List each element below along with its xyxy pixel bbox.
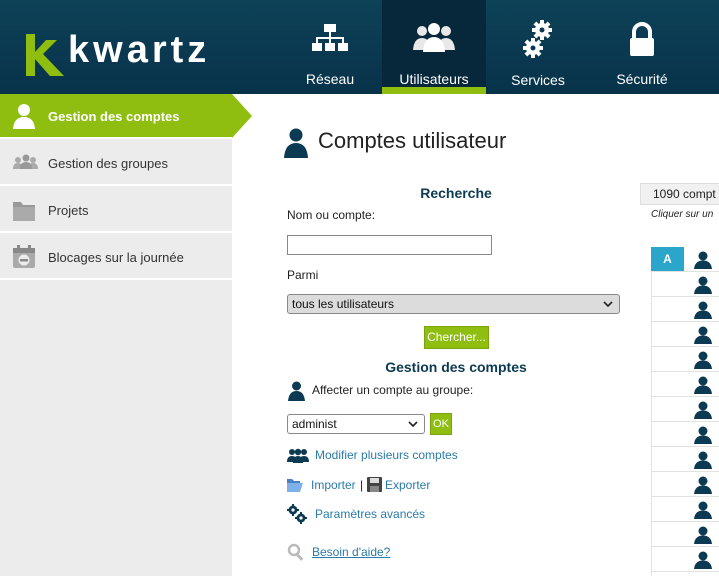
user-icon	[694, 376, 712, 394]
user-icon	[13, 104, 35, 129]
user-icon	[694, 351, 712, 369]
import-link[interactable]: Importer	[311, 478, 356, 492]
user-icon	[694, 326, 712, 344]
chevron-down-icon	[603, 301, 613, 308]
folder-open-icon	[287, 479, 303, 492]
table-row[interactable]	[651, 372, 719, 397]
sidebar-item-gestion-groupes[interactable]: Gestion des groupes	[0, 141, 232, 186]
search-section-title: Recherche	[420, 185, 492, 201]
nav-securite[interactable]: Sécurité	[590, 0, 694, 94]
nav-label: Services	[511, 72, 565, 88]
table-row[interactable]	[651, 422, 719, 447]
group-icon	[13, 154, 38, 169]
among-label: Parmi	[287, 268, 319, 282]
results-hint: Cliquer sur un	[651, 209, 714, 220]
results-count: 1090 compt	[640, 183, 719, 205]
user-icon	[694, 251, 712, 269]
table-row[interactable]	[651, 272, 719, 297]
page-title: Comptes utilisateur	[318, 128, 507, 153]
active-arrow	[232, 94, 252, 138]
group-select[interactable]: administ	[287, 414, 425, 434]
nav-utilisateurs[interactable]: Utilisateurs	[382, 0, 486, 94]
network-icon	[312, 24, 348, 51]
chevron-down-icon	[408, 421, 418, 428]
sidebar-item-label: Gestion des comptes	[48, 109, 180, 124]
nav-reseau[interactable]: Réseau	[278, 0, 382, 94]
table-row[interactable]	[651, 322, 719, 347]
user-icon	[694, 276, 712, 294]
name-label: Nom ou compte:	[287, 208, 376, 222]
user-icon	[288, 381, 305, 401]
sidebar-item-label: Gestion des groupes	[48, 156, 168, 171]
sidebar-item-gestion-comptes[interactable]: Gestion des comptes	[0, 94, 232, 139]
among-select-value: tous les utilisateurs	[292, 297, 395, 311]
user-icon	[694, 551, 712, 569]
separator: |	[360, 478, 364, 492]
group-icon	[287, 448, 309, 463]
table-row[interactable]	[651, 472, 719, 497]
table-row[interactable]	[651, 247, 719, 272]
sidebar-item-projets[interactable]: Projets	[0, 188, 232, 233]
user-icon	[694, 501, 712, 519]
name-input[interactable]	[287, 235, 492, 255]
advanced-settings-link[interactable]: Paramètres avancés	[315, 507, 425, 521]
nav-label: Sécurité	[616, 71, 668, 87]
assign-label: Affecter un compte au groupe:	[312, 383, 474, 397]
calendar-block-icon	[13, 245, 35, 268]
ok-button[interactable]: OK	[430, 413, 452, 435]
top-header: kwartz Réseau Utilisateurs Services Sécu…	[0, 0, 719, 94]
kwartz-logo: kwartz	[26, 29, 210, 76]
table-row[interactable]	[651, 497, 719, 522]
table-row[interactable]	[651, 547, 719, 572]
table-row[interactable]	[651, 347, 719, 372]
search-icon	[287, 543, 304, 561]
svg-text:kwartz: kwartz	[68, 29, 210, 71]
users-icon	[413, 23, 455, 52]
table-row[interactable]	[651, 447, 719, 472]
app-root: kwartz Réseau Utilisateurs Services Sécu…	[0, 0, 719, 576]
management-section-title: Gestion des comptes	[385, 359, 527, 375]
user-icon	[694, 401, 712, 419]
user-icon	[694, 301, 712, 319]
nav-services[interactable]: Services	[486, 0, 590, 94]
sidebar-item-label: Blocages sur la journée	[48, 250, 184, 265]
gears-icon	[287, 504, 307, 524]
sidebar-item-blocages[interactable]: Blocages sur la journée	[0, 235, 232, 280]
group-select-value: administ	[292, 417, 337, 431]
user-icon	[284, 128, 308, 158]
nav-label: Réseau	[305, 71, 355, 87]
export-link[interactable]: Exporter	[385, 478, 430, 492]
table-row[interactable]	[651, 397, 719, 422]
search-button[interactable]: Chercher...	[424, 326, 489, 349]
nav-label: Utilisateurs	[399, 71, 469, 87]
table-row[interactable]	[651, 297, 719, 322]
user-icon	[694, 426, 712, 444]
nav-active-indicator	[382, 87, 486, 94]
gears-icon	[523, 20, 552, 58]
sidebar-item-label: Projets	[48, 203, 89, 218]
among-select[interactable]: tous les utilisateurs	[287, 294, 620, 314]
lock-icon	[630, 22, 654, 56]
modify-multiple-link[interactable]: Modifier plusieurs comptes	[315, 448, 458, 462]
folder-icon	[13, 202, 35, 221]
save-icon	[367, 477, 382, 492]
help-link[interactable]: Besoin d'aide?	[312, 545, 390, 559]
user-icon	[694, 451, 712, 469]
table-row[interactable]	[651, 522, 719, 547]
user-icon	[694, 476, 712, 494]
user-icon	[694, 526, 712, 544]
